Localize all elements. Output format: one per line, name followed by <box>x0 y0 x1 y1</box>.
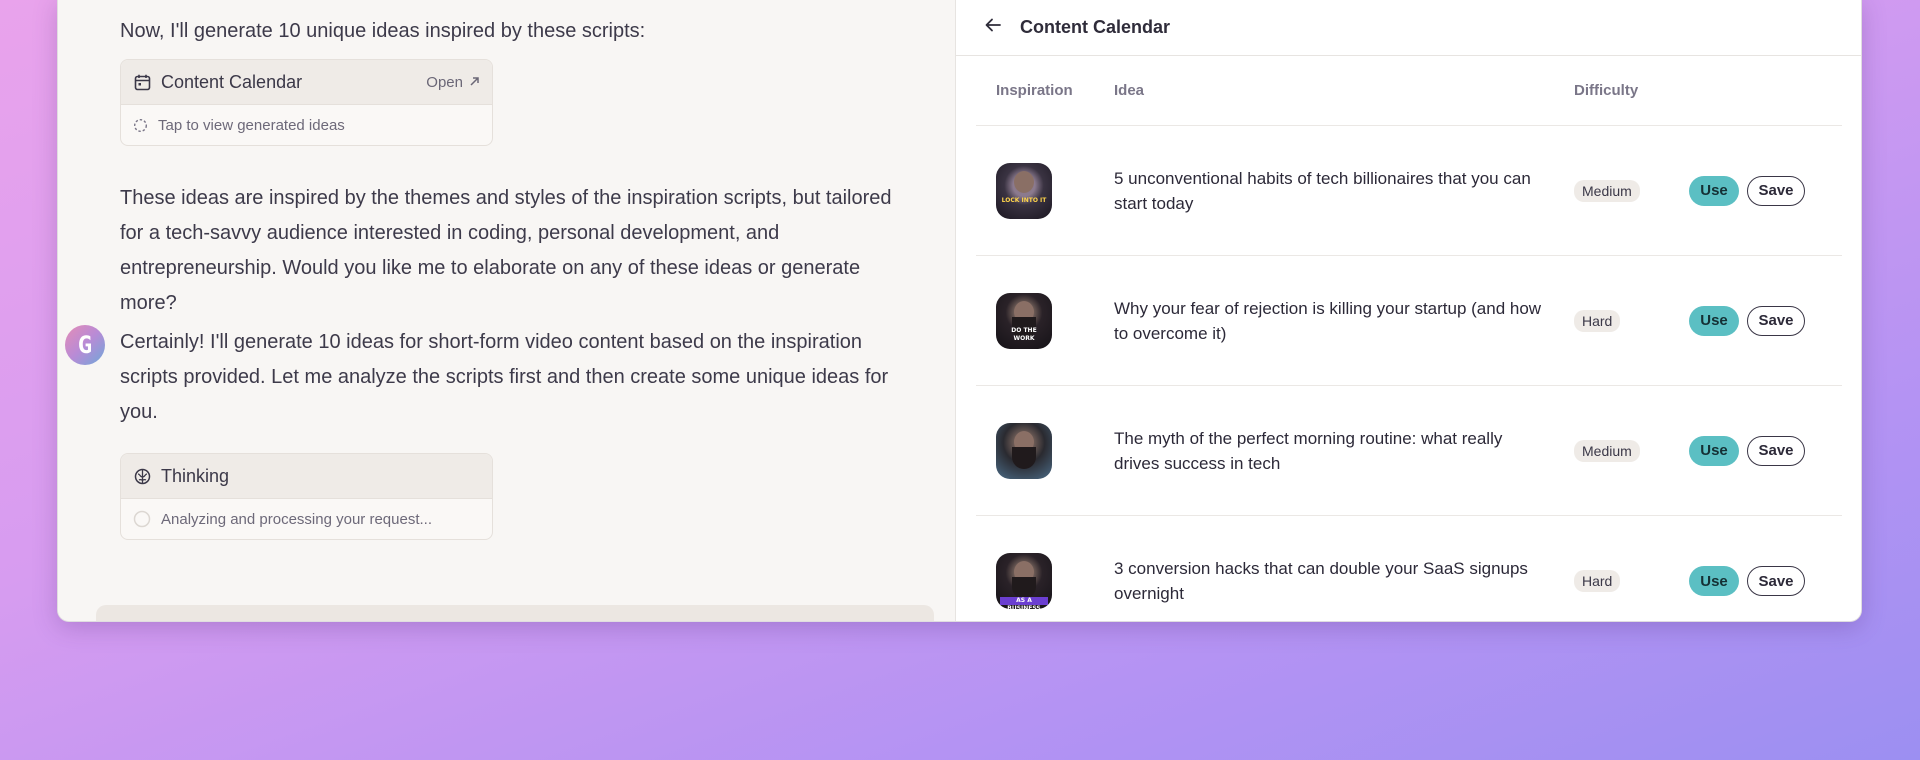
panel-header: Content Calendar <box>956 0 1861 56</box>
thumbnail-caption: AS A BUSINESS <box>1000 597 1048 609</box>
thinking-card-header[interactable]: Thinking <box>121 454 492 499</box>
loading-circle-icon <box>133 510 151 528</box>
intro-line: Now, I'll generate 10 unique ideas inspi… <box>120 20 646 42</box>
inspiration-thumbnail[interactable]: AS A BUSINESS <box>996 553 1052 609</box>
ideas-table: Inspiration Idea Difficulty LOCK INTO IT… <box>976 56 1842 621</box>
save-button[interactable]: Save <box>1747 435 1805 466</box>
idea-text: 5 unconventional habits of tech billiona… <box>1114 168 1531 213</box>
content-calendar-card[interactable]: Content Calendar Open Tap to view genera… <box>120 59 493 146</box>
summary-message: These ideas are inspired by the themes a… <box>120 187 892 314</box>
row-actions: Use Save <box>1689 435 1842 466</box>
dashed-circle-icon <box>133 118 148 133</box>
idea-text: 3 conversion hacks that can double your … <box>1114 559 1528 603</box>
content-calendar-card-body[interactable]: Tap to view generated ideas <box>121 105 492 145</box>
table-header: Inspiration Idea Difficulty <box>976 56 1842 126</box>
panel-title: Content Calendar <box>1020 16 1171 37</box>
idea-text: Why your fear of rejection is killing yo… <box>1114 298 1542 343</box>
row-actions: Use Save <box>1689 566 1842 596</box>
thinking-status-text: Analyzing and processing your request... <box>161 510 432 528</box>
back-button[interactable] <box>982 16 1004 38</box>
thinking-card-body: Analyzing and processing your request... <box>121 499 492 539</box>
difficulty-badge: Medium <box>1574 179 1640 202</box>
thinking-card[interactable]: Thinking Analyzing and processing your r… <box>120 453 493 540</box>
thumbnail-caption: LOCK INTO IT <box>1001 196 1047 204</box>
content-calendar-panel: Content Calendar Inspiration Idea Diffic… <box>955 0 1861 621</box>
thumbnail-beard <box>1012 577 1036 599</box>
difficulty-badge: Hard <box>1574 309 1621 332</box>
brain-icon <box>133 467 151 485</box>
table-row: AS A BUSINESS 3 conversion hacks that ca… <box>976 516 1842 621</box>
column-header-difficulty: Difficulty <box>1574 82 1639 99</box>
inspiration-thumbnail[interactable]: LOCK INTO IT <box>996 162 1052 219</box>
thumbnail-caption: DO THE WORK <box>1011 326 1037 342</box>
difficulty-badge: Hard <box>1574 570 1621 592</box>
table-row: The myth of the perfect morning routine:… <box>976 386 1842 516</box>
use-button[interactable]: Use <box>1689 175 1739 206</box>
row-actions: Use Save <box>1689 305 1842 336</box>
thumbnail-face <box>1014 170 1034 193</box>
save-button[interactable]: Save <box>1747 175 1805 206</box>
save-button[interactable]: Save <box>1747 566 1805 596</box>
inspiration-thumbnail[interactable] <box>996 422 1052 479</box>
content-calendar-card-title: Content Calendar <box>161 71 303 92</box>
assistant-avatar: G <box>65 325 105 365</box>
content-calendar-card-text: Tap to view generated ideas <box>158 116 345 134</box>
thinking-card-title: Thinking <box>161 465 230 486</box>
table-row: DO THE WORK Why your fear of rejection i… <box>976 256 1842 386</box>
calendar-icon <box>133 73 151 91</box>
chat-column: Now, I'll generate 10 unique ideas inspi… <box>58 0 955 621</box>
app-window: Now, I'll generate 10 unique ideas inspi… <box>57 0 1862 622</box>
table-row: LOCK INTO IT 5 unconventional habits of … <box>976 126 1842 256</box>
use-button[interactable]: Use <box>1689 566 1739 596</box>
column-header-inspiration: Inspiration <box>996 82 1073 99</box>
content-calendar-card-header[interactable]: Content Calendar Open <box>121 60 492 105</box>
open-label: Open <box>426 73 463 91</box>
assistant-reply: Certainly! I'll generate 10 ideas for sh… <box>120 331 889 423</box>
column-header-idea: Idea <box>1114 82 1145 99</box>
use-button[interactable]: Use <box>1689 305 1739 336</box>
message-input-area[interactable] <box>96 605 934 621</box>
row-actions: Use Save <box>1689 175 1842 206</box>
save-button[interactable]: Save <box>1747 305 1805 336</box>
arrow-up-right-icon <box>469 74 480 91</box>
difficulty-badge: Medium <box>1574 439 1640 462</box>
arrow-left-icon <box>985 18 1001 37</box>
idea-text: The myth of the perfect morning routine:… <box>1114 428 1503 473</box>
open-button[interactable]: Open <box>426 74 480 91</box>
inspiration-thumbnail[interactable]: DO THE WORK <box>996 292 1052 349</box>
use-button[interactable]: Use <box>1689 435 1739 466</box>
thumbnail-beard <box>1012 446 1036 469</box>
